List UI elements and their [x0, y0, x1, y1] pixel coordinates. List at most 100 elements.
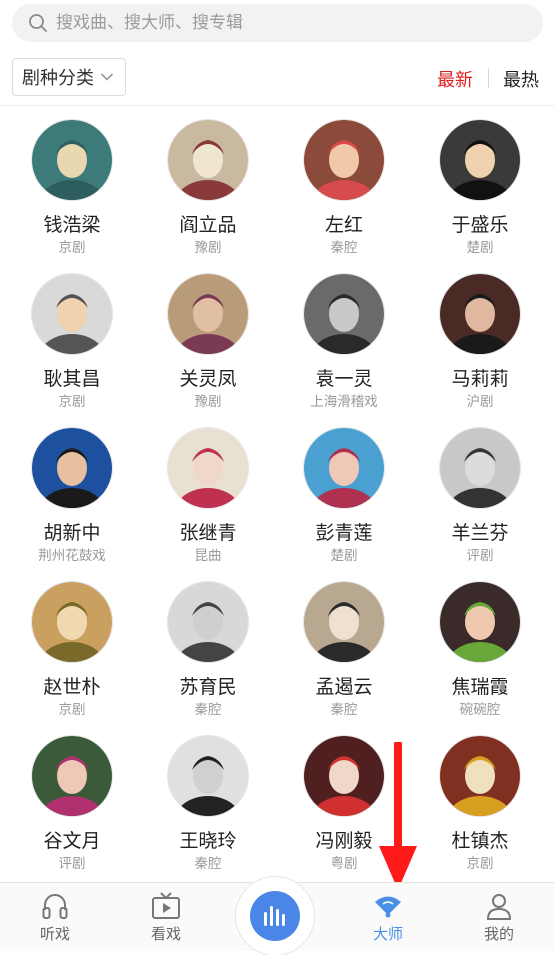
master-name: 谷文月	[43, 830, 101, 852]
master-genre: 碗碗腔	[459, 702, 501, 718]
master-avatar	[440, 120, 520, 200]
master-name: 张继青	[179, 522, 237, 544]
master-avatar	[32, 582, 112, 662]
master-avatar	[32, 120, 112, 200]
master-name: 左红	[324, 214, 363, 236]
master-genre: 上海滑稽戏	[310, 394, 378, 410]
master-name: 冯刚毅	[315, 830, 373, 852]
master-card[interactable]: 耿其昌 京剧	[4, 260, 140, 413]
master-avatar	[168, 428, 248, 508]
master-card[interactable]: 谷文月 评剧	[4, 722, 140, 875]
master-name: 关灵凤	[179, 368, 237, 390]
master-name: 孟遏云	[315, 676, 373, 698]
master-genre: 京剧	[58, 702, 86, 718]
master-genre: 京剧	[58, 240, 86, 256]
master-card[interactable]: 左红 秦腔	[276, 106, 412, 259]
tab-watch-label: 看戏	[150, 925, 181, 943]
master-avatar	[440, 274, 520, 354]
equalizer-icon	[264, 906, 285, 926]
master-genre: 豫剧	[194, 394, 222, 410]
sort-newest-button[interactable]: 最新	[437, 66, 473, 92]
sort-divider	[488, 68, 489, 88]
master-genre: 评剧	[466, 548, 494, 564]
master-name: 袁一灵	[315, 368, 373, 390]
center-player-button[interactable]	[236, 877, 314, 955]
master-genre: 评剧	[58, 856, 86, 872]
tab-mine[interactable]: 我的	[444, 883, 554, 951]
master-avatar	[304, 274, 384, 354]
chevron-down-icon	[100, 73, 114, 81]
master-avatar	[32, 428, 112, 508]
tab-masters[interactable]: 大师	[333, 883, 443, 951]
master-card[interactable]: 杜镇杰 京剧	[412, 722, 548, 875]
master-name: 焦瑞霞	[451, 676, 509, 698]
search-icon	[29, 14, 47, 32]
user-icon	[486, 894, 512, 920]
master-avatar	[168, 582, 248, 662]
master-card[interactable]: 焦瑞霞 碗碗腔	[412, 568, 548, 721]
tab-listen[interactable]: 听戏	[0, 883, 110, 951]
master-avatar	[304, 582, 384, 662]
master-avatar	[304, 120, 384, 200]
master-avatar	[32, 736, 112, 816]
master-genre: 秦腔	[330, 240, 358, 256]
master-avatar	[168, 120, 248, 200]
master-card[interactable]: 王晓玲 秦腔	[140, 722, 276, 875]
master-avatar	[168, 274, 248, 354]
master-card[interactable]: 胡新中 荆州花鼓戏	[4, 414, 140, 567]
master-card[interactable]: 张继青 昆曲	[140, 414, 276, 567]
master-name: 彭青莲	[315, 522, 373, 544]
genre-filter-label: 剧种分类	[22, 68, 94, 89]
tv-icon	[152, 892, 180, 919]
headphones-icon	[42, 894, 68, 919]
tab-watch[interactable]: 看戏	[111, 883, 221, 951]
masters-grid: 钱浩梁 京剧 阎立品 豫剧 左红 秦腔 于盛乐 楚剧 耿其昌 京剧 关灵凤 豫剧 袁一灵 上海滑稽戏 马莉莉…	[0, 106, 554, 882]
master-name: 胡新中	[43, 522, 101, 544]
master-genre: 京剧	[58, 394, 86, 410]
master-card[interactable]: 苏育民 秦腔	[140, 568, 276, 721]
master-genre: 楚剧	[466, 240, 494, 256]
master-genre: 楚剧	[330, 548, 358, 564]
search-bar[interactable]	[12, 4, 543, 42]
master-card[interactable]: 马莉莉 沪剧	[412, 260, 548, 413]
master-card[interactable]: 关灵凤 豫剧	[140, 260, 276, 413]
master-genre: 粤剧	[330, 856, 358, 872]
master-genre: 秦腔	[194, 702, 222, 718]
master-card[interactable]: 于盛乐 楚剧	[412, 106, 548, 259]
master-name: 于盛乐	[451, 214, 509, 236]
master-name: 马莉莉	[451, 368, 509, 390]
master-name: 王晓玲	[179, 830, 237, 852]
master-avatar	[440, 582, 520, 662]
master-name: 阎立品	[179, 214, 237, 236]
tab-listen-label: 听戏	[39, 925, 70, 943]
search-header	[0, 0, 554, 50]
master-name: 苏育民	[179, 676, 237, 698]
fan-icon	[375, 896, 401, 918]
bottom-tab-bar: 听戏 看戏 大师 我的	[0, 877, 554, 955]
master-genre: 京剧	[466, 856, 494, 872]
master-name: 钱浩梁	[43, 214, 101, 236]
tab-masters-label: 大师	[372, 925, 403, 943]
master-card[interactable]: 赵世朴 京剧	[4, 568, 140, 721]
master-card[interactable]: 冯刚毅 粤剧	[276, 722, 412, 875]
genre-filter-dropdown[interactable]: 剧种分类	[12, 58, 126, 96]
filter-row: 剧种分类 最新 最热	[0, 50, 554, 106]
master-avatar	[304, 736, 384, 816]
master-genre: 昆曲	[194, 548, 222, 564]
master-card[interactable]: 孟遏云 秦腔	[276, 568, 412, 721]
master-avatar	[168, 736, 248, 816]
tab-mine-label: 我的	[483, 925, 514, 943]
master-card[interactable]: 彭青莲 楚剧	[276, 414, 412, 567]
master-avatar	[440, 428, 520, 508]
master-card[interactable]: 袁一灵 上海滑稽戏	[276, 260, 412, 413]
master-card[interactable]: 钱浩梁 京剧	[4, 106, 140, 259]
master-name: 耿其昌	[43, 368, 101, 390]
master-genre: 秦腔	[194, 856, 222, 872]
master-genre: 沪剧	[466, 394, 494, 410]
master-card[interactable]: 羊兰芬 评剧	[412, 414, 548, 567]
master-genre: 荆州花鼓戏	[38, 548, 106, 564]
master-card[interactable]: 阎立品 豫剧	[140, 106, 276, 259]
sort-hottest-button[interactable]: 最热	[503, 66, 539, 92]
search-input[interactable]	[54, 12, 518, 34]
master-genre: 秦腔	[330, 702, 358, 718]
